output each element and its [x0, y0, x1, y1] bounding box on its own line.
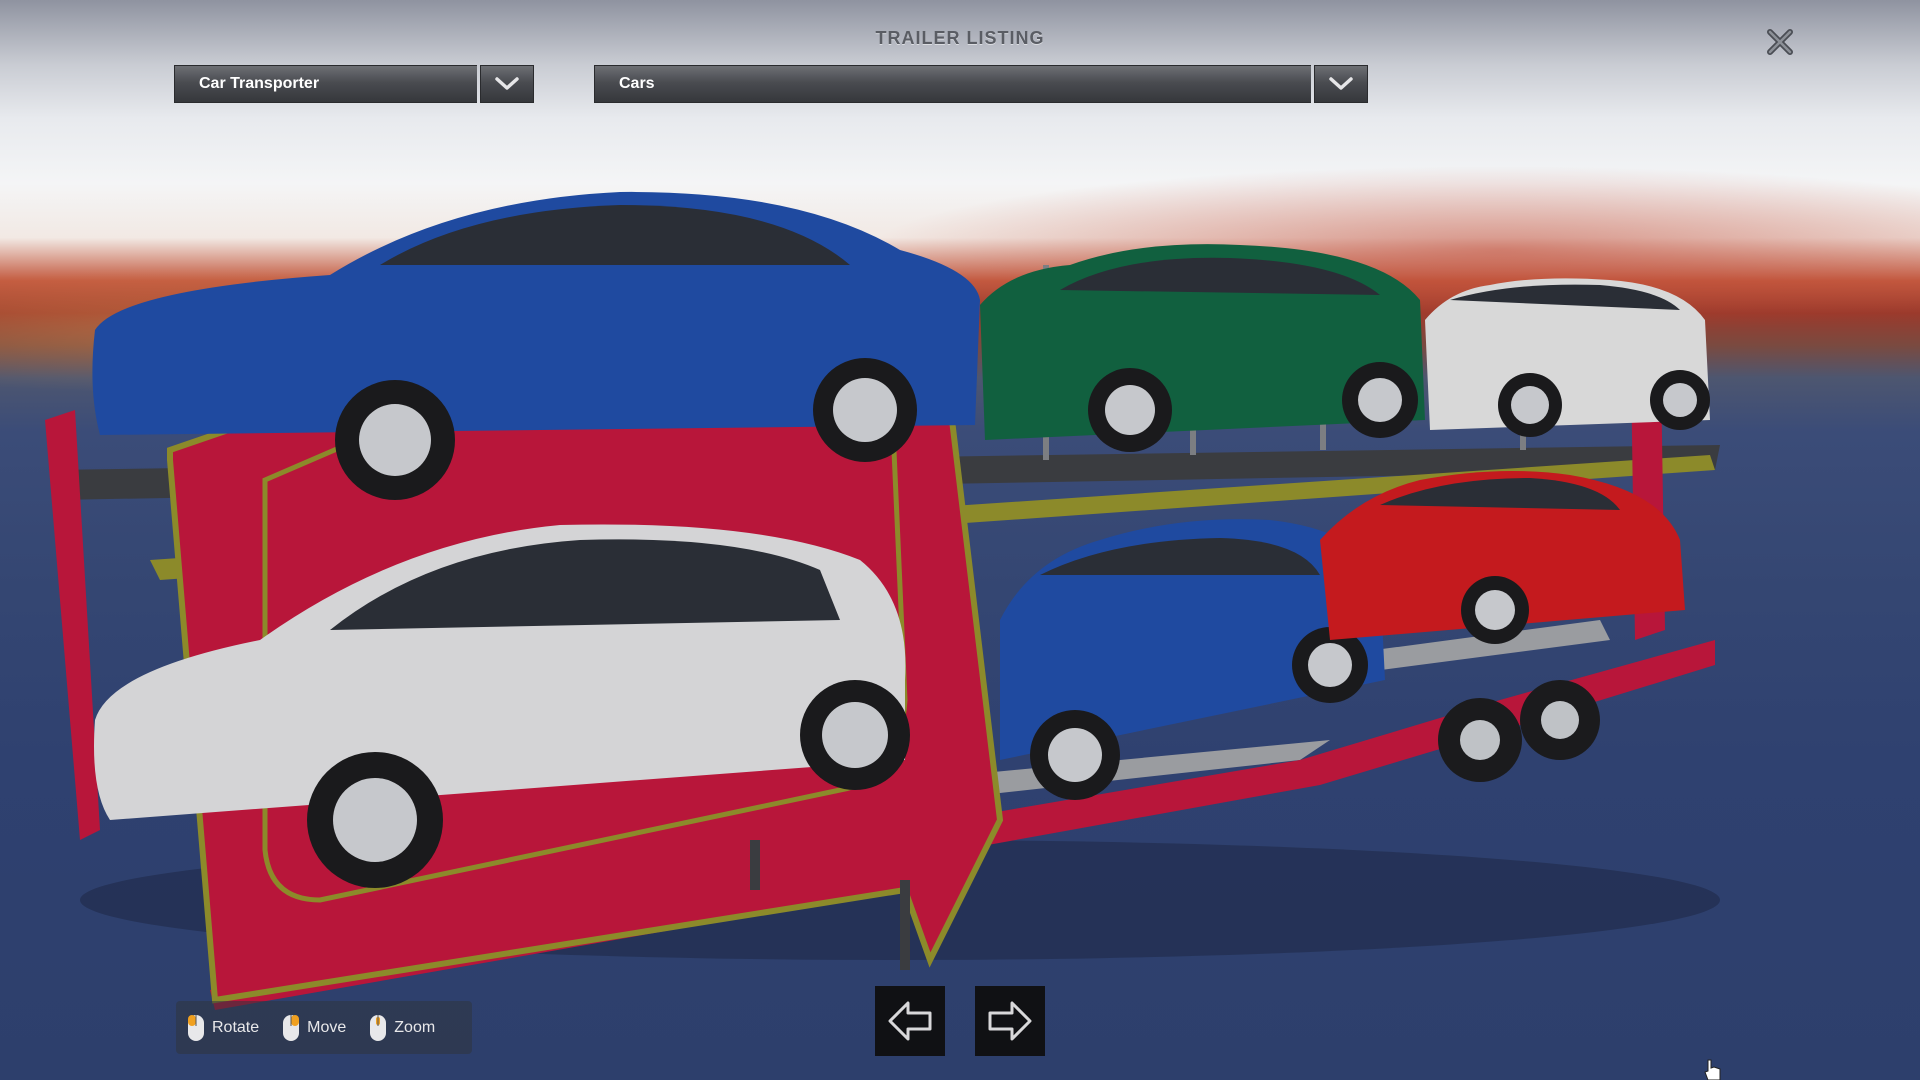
arrow-right-icon [988, 1001, 1032, 1041]
trailer-type-dropdown-button[interactable] [480, 65, 534, 103]
zoom-control-hint: Zoom [368, 1013, 435, 1043]
close-icon [1767, 29, 1793, 55]
view-controls-legend: Rotate Move Zoom [176, 1001, 472, 1054]
rotate-label: Rotate [212, 1018, 260, 1036]
trailer-type-dropdown[interactable]: Car Transporter [174, 65, 534, 103]
mouse-icon [283, 1014, 300, 1041]
chevron-down-icon [495, 77, 519, 90]
trailer-type-selected[interactable]: Car Transporter [174, 65, 477, 103]
rotate-control-hint: Rotate [186, 1013, 259, 1043]
zoom-label: Zoom [394, 1018, 436, 1036]
car-red-lower [1320, 471, 1685, 644]
cargo-dropdown[interactable]: Cars [594, 65, 1368, 103]
close-button[interactable] [1762, 24, 1798, 60]
cargo-dropdown-button[interactable] [1314, 65, 1368, 103]
car-white-upper [1425, 278, 1710, 437]
cargo-selected[interactable]: Cars [594, 65, 1311, 103]
previous-trailer-button[interactable] [875, 986, 945, 1056]
arrow-left-icon [888, 1001, 932, 1041]
move-control-hint: Move [281, 1013, 346, 1043]
mouse-icon [370, 1014, 387, 1041]
trailer-preview-scene[interactable] [0, 0, 1920, 1080]
hand-cursor-icon [1704, 1059, 1721, 1080]
chevron-down-icon [1329, 77, 1353, 90]
next-trailer-button[interactable] [975, 986, 1045, 1056]
move-label: Move [307, 1018, 347, 1036]
page-title: TRAILER LISTING [875, 28, 1045, 48]
car-green-upper [980, 244, 1425, 452]
mouse-icon [188, 1014, 204, 1041]
